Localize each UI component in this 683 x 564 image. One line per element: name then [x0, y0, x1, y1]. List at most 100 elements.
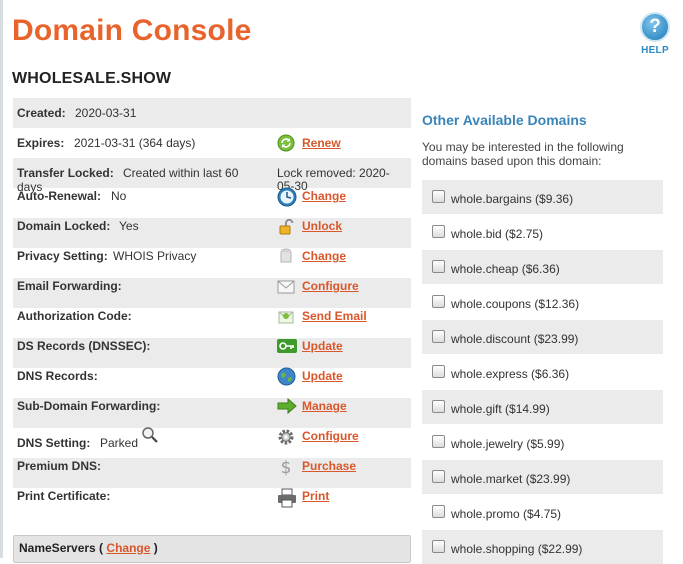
dollar-icon: $ [281, 458, 292, 476]
domain-details: Created: 2020-03-31 Expires: 2021-03-31 … [13, 98, 411, 518]
print-certificate-label: Print Certificate: [17, 489, 111, 503]
clock-icon [277, 187, 297, 207]
suggestion-item: whole.jewelry ($5.99) [422, 425, 663, 459]
auto-renewal-label: Auto-Renewal: [17, 189, 101, 203]
suggestion-checkbox[interactable] [432, 295, 445, 308]
ds-records-update-link[interactable]: Update [302, 339, 343, 353]
key-icon [277, 339, 297, 353]
privacy-label: Privacy Setting: [17, 249, 108, 263]
suggestion-checkbox[interactable] [432, 190, 445, 203]
email-forwarding-configure-link[interactable]: Configure [302, 279, 359, 293]
suggestion-item: whole.gift ($14.99) [422, 390, 663, 424]
auto-renewal-change-link[interactable]: Change [302, 189, 346, 203]
suggestion-checkbox[interactable] [432, 540, 445, 553]
help-button[interactable]: ? HELP [638, 12, 672, 56]
domain-name: WHOLESALE.SHOW [12, 70, 172, 87]
suggestion-label: whole.market ($23.99) [451, 472, 571, 486]
premium-dns-label: Premium DNS: [17, 459, 102, 473]
dns-records-label: DNS Records: [17, 369, 98, 383]
suggestion-checkbox[interactable] [432, 330, 445, 343]
suggestion-item: whole.market ($23.99) [422, 460, 663, 494]
nameservers-change-link[interactable]: Change [106, 541, 150, 555]
ds-records-label: DS Records (DNSSEC): [17, 339, 151, 353]
suggestion-label: whole.jewelry ($5.99) [451, 437, 565, 451]
row-subdomain-forwarding: Sub-Domain Forwarding: Manage [13, 397, 411, 428]
suggestion-item: whole.promo ($4.75) [422, 495, 663, 529]
nameservers-label-end: ) [153, 541, 158, 555]
suggestion-checkbox[interactable] [432, 470, 445, 483]
subdomain-manage-link[interactable]: Manage [302, 399, 347, 413]
suggestion-checkbox[interactable] [432, 365, 445, 378]
magnifier-icon[interactable] [141, 426, 159, 444]
dns-setting-label: DNS Setting: [17, 436, 91, 450]
suggestion-label: whole.bargains ($9.36) [451, 192, 574, 206]
dns-setting-configure-link[interactable]: Configure [302, 429, 359, 443]
unlock-link[interactable]: Unlock [302, 219, 342, 233]
domain-locked-value: Yes [119, 219, 139, 233]
suggestion-checkbox[interactable] [432, 260, 445, 273]
suggestion-checkbox[interactable] [432, 225, 445, 238]
privacy-icon [280, 248, 292, 263]
suggestion-label: whole.bid ($2.75) [451, 227, 544, 241]
globe-icon [277, 367, 296, 386]
authorization-code-label: Authorization Code: [17, 309, 132, 323]
suggestion-label: whole.gift ($14.99) [451, 402, 550, 416]
renew-icon [277, 134, 295, 152]
lock-icon [279, 218, 294, 235]
suggestion-label: whole.coupons ($12.36) [451, 297, 580, 311]
nameservers-label: NameServers ( [19, 541, 104, 555]
other-domains-title: Other Available Domains [422, 112, 587, 128]
suggestion-item: whole.express ($6.36) [422, 355, 663, 389]
row-email-forwarding: Email Forwarding: Configure [13, 278, 411, 308]
arrow-right-icon [277, 397, 297, 415]
suggestion-item: whole.shopping ($22.99) [422, 530, 663, 564]
row-expires: Expires: 2021-03-31 (364 days) Renew [13, 128, 411, 158]
privacy-change-link[interactable]: Change [302, 249, 346, 263]
row-transfer-locked: Transfer Locked: Created within last 60 … [13, 158, 411, 194]
auto-renewal-value: No [111, 189, 127, 203]
suggestion-checkbox[interactable] [432, 505, 445, 518]
suggestion-item: whole.bargains ($9.36) [422, 180, 663, 214]
other-domains-description: You may be interested in the following d… [422, 140, 624, 168]
send-email-icon [278, 311, 294, 324]
created-label: Created: [17, 106, 66, 120]
suggestion-label: whole.shopping ($22.99) [451, 542, 583, 556]
renew-link[interactable]: Renew [302, 136, 341, 150]
purchase-link[interactable]: Purchase [302, 459, 356, 473]
row-ds-records: DS Records (DNSSEC): Update [13, 338, 411, 368]
suggestion-item: whole.coupons ($12.36) [422, 285, 663, 319]
privacy-value: WHOIS Privacy [113, 249, 197, 263]
row-premium-dns: Premium DNS: $ Purchase [13, 458, 411, 488]
row-domain-locked: Domain Locked: Yes Unlock [13, 218, 411, 248]
dns-setting-value: Parked [100, 436, 139, 450]
printer-icon [278, 488, 296, 508]
dns-records-update-link[interactable]: Update [302, 369, 343, 383]
print-link[interactable]: Print [302, 489, 329, 503]
row-dns-setting: DNS Setting: Parked Configure [13, 426, 411, 458]
row-created: Created: 2020-03-31 [13, 98, 411, 128]
row-dns-records: DNS Records: Update [13, 367, 411, 398]
suggestion-checkbox[interactable] [432, 400, 445, 413]
row-print-certificate: Print Certificate: Print [13, 488, 411, 518]
help-label: HELP [641, 45, 669, 56]
row-authorization-code: Authorization Code: Send Email [13, 308, 411, 338]
domain-locked-label: Domain Locked: [17, 219, 111, 233]
suggestion-label: whole.express ($6.36) [451, 367, 570, 381]
email-forwarding-label: Email Forwarding: [17, 279, 122, 293]
suggestion-checkbox[interactable] [432, 435, 445, 448]
svg-text:$: $ [281, 458, 292, 476]
envelope-icon [277, 280, 295, 294]
gear-icon [278, 429, 294, 445]
expires-value: 2021-03-31 (364 days) [74, 136, 196, 150]
suggestion-item: whole.bid ($2.75) [422, 215, 663, 249]
suggestion-label: whole.discount ($23.99) [451, 332, 579, 346]
row-privacy: Privacy Setting: WHOIS Privacy Change [13, 248, 411, 278]
send-email-link[interactable]: Send Email [302, 309, 367, 323]
left-border [0, 0, 3, 558]
expires-label: Expires: [17, 136, 65, 150]
suggestion-item: whole.cheap ($6.36) [422, 250, 663, 284]
suggestion-label: whole.cheap ($6.36) [451, 262, 560, 276]
row-auto-renewal: Auto-Renewal: No Change [13, 187, 411, 218]
subdomain-forwarding-label: Sub-Domain Forwarding: [17, 399, 161, 413]
suggestion-item: whole.discount ($23.99) [422, 320, 663, 354]
